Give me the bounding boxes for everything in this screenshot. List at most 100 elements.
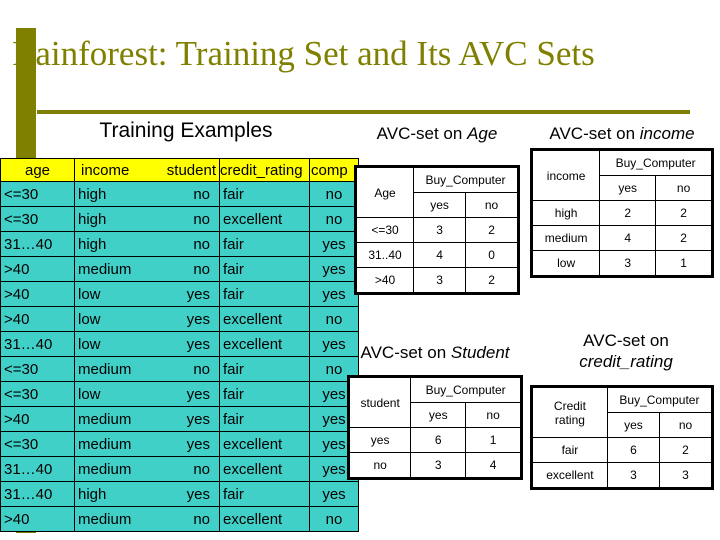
cell-buys-computer: no [309,506,359,532]
cell-buys-computer: yes [309,281,359,307]
cell-student: yes [186,485,210,503]
column-header-income-label: income [81,161,130,179]
cell-income-value: high [78,485,107,503]
avc-age-body: <=30 3 2 31..40 4 0 >40 3 2 [355,217,519,294]
cell-student: yes [186,410,210,428]
avc-row-no-count: 1 [465,427,522,453]
table-row: 31…40 medium no excellent yes [0,456,359,482]
page-title: Rainforest: Training Set and Its AVC Set… [12,34,595,73]
avc-student-heading-prefix: AVC-set on [360,343,451,362]
cell-income-value: low [78,335,101,353]
avc-age-heading-prefix: AVC-set on [376,124,468,143]
avc-income-group-header: Buy_Computer [599,149,713,176]
avc-row-yes-count: 3 [410,452,467,479]
cell-credit-rating: fair [219,356,310,382]
avc-row-yes-count: 3 [606,462,660,489]
avc-row-key: >40 [355,267,414,294]
avc-row-no-count: 0 [465,242,519,268]
cell-student: yes [186,435,210,453]
avc-income-no-header: no [655,175,713,201]
cell-student: no [193,260,210,278]
avc-age-heading-attribute: Age [467,124,498,143]
cell-student: no [193,210,210,228]
avc-row-yes-count: 6 [606,437,660,463]
cell-income-value: high [78,210,107,228]
cell-student: yes [186,310,210,328]
avc-income-table: income Buy_Computer yes no high 2 2 medium 4… [530,148,714,278]
cell-student: yes [186,285,210,303]
cell-income: low yes [74,381,220,407]
cell-income: medium no [74,506,220,532]
avc-credit-heading-attribute: credit_rating [579,352,673,371]
cell-credit-rating: fair [219,381,310,407]
cell-student: no [193,235,210,253]
avc-header-row: Credit rating Buy_Computer [531,386,714,438]
cell-income-value: medium [78,510,132,528]
cell-age: >40 [0,256,75,282]
cell-credit-rating: excellent [219,456,310,482]
column-header-age: age [0,158,75,182]
cell-income: medium no [74,356,220,382]
avc-age-yes-header: yes [412,192,467,218]
avc-age-heading: AVC-set on Age [352,124,522,144]
avc-student-group-header: Buy_Computer [410,376,522,403]
avc-row-key: yes [347,427,412,453]
table-row: 31…40 high yes fair yes [0,481,359,507]
avc-income-heading-prefix: AVC-set on [549,124,640,143]
avc-row-yes-count: 3 [599,250,657,277]
avc-row: fair 6 2 [531,437,714,463]
cell-credit-rating: fair [219,256,310,282]
avc-credit-key-header-line1: Credit [553,398,586,413]
cell-age: >40 [0,406,75,432]
cell-buys-computer: yes [309,481,359,507]
avc-credit-no-header: no [658,412,714,438]
cell-age: <=30 [0,181,75,207]
column-header-buys-computer: comp [309,158,359,182]
table-row: 31…40 low yes excellent yes [0,331,359,357]
training-examples-heading: Training Examples [99,119,273,142]
avc-row-key: <=30 [355,217,414,243]
cell-credit-rating: fair [219,231,310,257]
cell-income-value: medium [78,260,132,278]
avc-age-table: Age Buy_Computer yes no <=30 3 2 31..40 4 0 >4… [354,165,520,295]
cell-income-value: low [78,385,101,403]
cell-income: medium yes [74,406,220,432]
avc-student-key-header: student [347,376,412,428]
table-row: <=30 medium yes excellent yes [0,431,359,457]
avc-row-yes-count: 2 [599,200,657,226]
cell-age: 31…40 [0,481,75,507]
cell-student: no [193,460,210,478]
avc-row: 31..40 4 0 [355,242,519,268]
avc-student-body: yes 6 1 no 3 4 [347,427,522,479]
cell-age: <=30 [0,381,75,407]
cell-income: high no [74,231,220,257]
avc-row: <=30 3 2 [355,217,519,243]
cell-income-value: medium [78,410,132,428]
avc-row-no-count: 2 [465,217,519,243]
avc-row-key: medium [530,225,601,251]
avc-income-yes-header: yes [599,175,657,201]
avc-student-table: student Buy_Computer yes no yes 6 1 no 3 4 [347,375,523,480]
cell-age: 31…40 [0,331,75,357]
avc-credit-heading: AVC-set on credit_rating [540,330,712,372]
avc-income-heading-attribute: income [639,124,695,143]
avc-income-heading: AVC-set on income [524,124,720,144]
cell-student: no [193,185,210,203]
cell-credit-rating: excellent [219,206,310,232]
cell-student: no [193,360,210,378]
cell-credit-rating: excellent [219,331,310,357]
avc-row-key: 31..40 [355,242,414,268]
training-examples-table: age income student credit_rating comp <=3… [0,158,359,532]
training-table-body: <=30 high no fair no <=30 high no excellent no 31…… [0,181,359,532]
cell-buys-computer: yes [309,231,359,257]
cell-student: no [193,510,210,528]
avc-age-key-header: Age [355,166,414,218]
avc-row-key: low [530,250,601,277]
column-header-income: income student [74,158,220,182]
cell-credit-rating: fair [219,481,310,507]
avc-row-yes-count: 6 [410,427,467,453]
table-row: >40 medium no fair yes [0,256,359,282]
cell-age: >40 [0,306,75,332]
avc-row-yes-count: 3 [412,217,467,243]
table-header-row: age income student credit_rating comp [0,158,359,182]
